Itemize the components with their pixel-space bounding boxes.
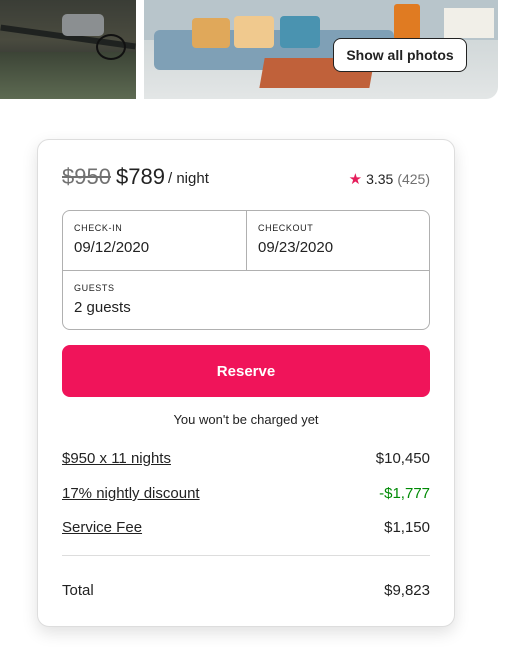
original-price: $950 [62,164,111,189]
reserve-button[interactable]: Reserve [62,345,430,397]
total-label: Total [62,582,94,599]
total-row: Total $9,823 [62,582,430,602]
photo-gallery: Show all photos [0,0,517,99]
checkin-field[interactable]: CHECK-IN 09/12/2020 [63,211,247,271]
show-all-photos-button[interactable]: Show all photos [333,38,467,72]
photo-heater [394,4,420,40]
listing-photo-canal[interactable] [0,0,136,99]
checkout-label: CHECKOUT [258,223,314,233]
price-row: $950 $789 / night ★ 3.35 (425) [62,164,430,192]
photo-pillow [192,18,230,48]
booking-inputs: CHECK-IN 09/12/2020 CHECKOUT 09/23/2020 … [62,210,430,330]
nights-cost-amount: $10,450 [375,450,430,467]
service-fee-link[interactable]: Service Fee [62,519,142,536]
photo-shelf [444,8,494,38]
checkin-value: 09/12/2020 [74,239,150,256]
nightly-price: $789 [116,164,165,189]
photo-pillow [280,16,320,48]
checkout-value: 09/23/2020 [258,239,334,256]
guests-value: 2 guests [74,299,131,316]
divider [62,555,430,556]
photo-car [62,14,104,36]
photo-pillow [234,16,274,48]
discount-link[interactable]: 17% nightly discount [62,485,200,502]
booking-card: $950 $789 / night ★ 3.35 (425) CHECK-IN … [37,139,455,627]
guests-field[interactable]: GUESTS 2 guests [63,271,429,329]
rating-value: 3.35 [366,171,394,187]
checkin-label: CHECK-IN [74,223,123,233]
review-count: (425) [397,171,430,187]
price-breakdown-row: Service Fee $1,150 [62,519,430,539]
price-breakdown-row: $950 x 11 nights $10,450 [62,450,430,470]
rating[interactable]: ★ 3.35 (425) [349,170,430,188]
discount-amount: -$1,777 [379,485,430,502]
checkout-field[interactable]: CHECKOUT 09/23/2020 [247,211,429,271]
guests-label: GUESTS [74,283,115,293]
total-amount: $9,823 [384,582,430,599]
price-breakdown-row: 17% nightly discount -$1,777 [62,485,430,505]
service-fee-amount: $1,150 [384,519,430,536]
photo-bike [96,34,126,60]
nights-cost-link[interactable]: $950 x 11 nights [62,450,171,467]
no-charge-note: You won't be charged yet [173,412,319,427]
per-night-label: / night [168,170,209,187]
star-icon: ★ [348,171,363,188]
